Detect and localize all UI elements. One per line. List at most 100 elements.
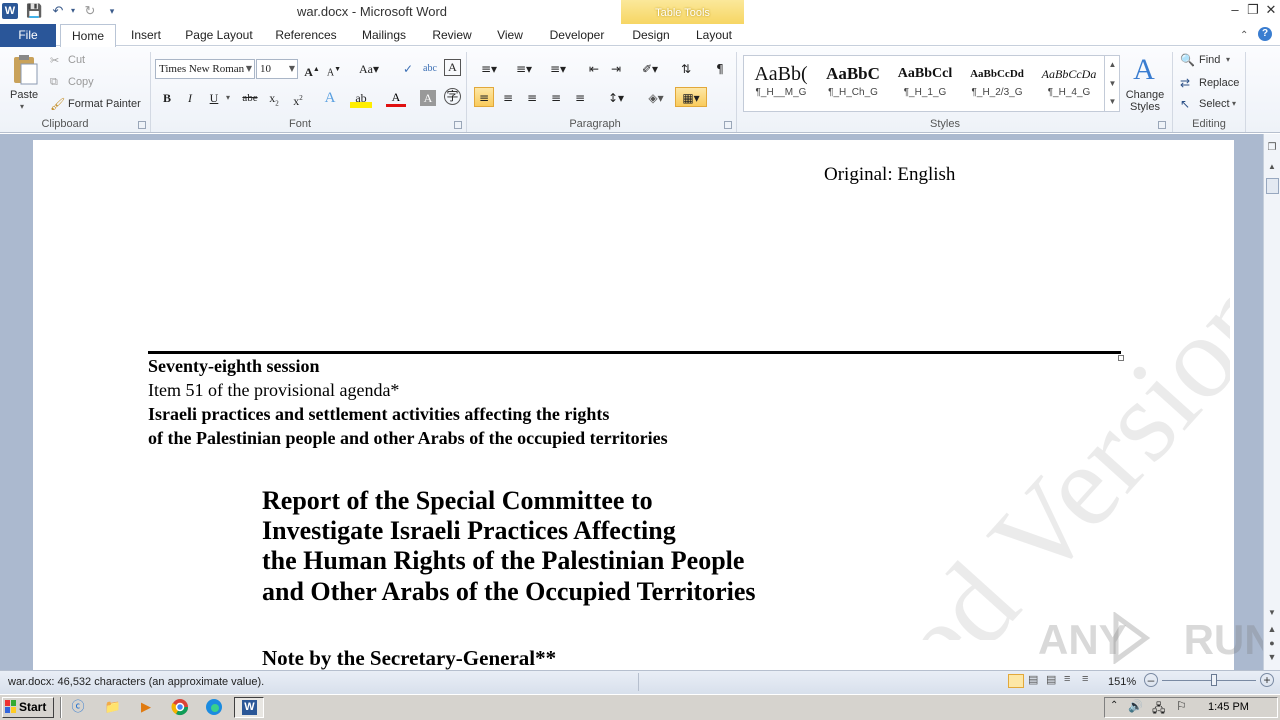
zoom-slider-track[interactable] bbox=[1162, 680, 1256, 681]
zoom-out-icon[interactable]: – bbox=[1144, 673, 1158, 687]
line-spacing-icon[interactable]: ↕▾ bbox=[602, 88, 630, 108]
shrink-font-icon[interactable]: A▼ bbox=[324, 59, 344, 79]
tab-developer[interactable]: Developer bbox=[542, 24, 612, 46]
redo-icon[interactable]: ↻ bbox=[82, 3, 98, 19]
zoom-in-icon[interactable]: + bbox=[1260, 673, 1274, 687]
show-hidden-icons-icon[interactable]: ⌃ bbox=[1110, 700, 1118, 711]
document-statistics[interactable]: war.docx: 46,532 characters (an approxim… bbox=[8, 676, 264, 688]
enclose-characters-icon[interactable]: 字 bbox=[444, 88, 461, 105]
justify-icon[interactable]: ≡ bbox=[546, 88, 566, 108]
strikethrough-icon[interactable]: abe bbox=[238, 88, 262, 108]
tab-page-layout[interactable]: Page Layout bbox=[180, 24, 258, 46]
outline-view-icon[interactable]: ≡ bbox=[1064, 673, 1070, 685]
tab-home[interactable]: Home bbox=[60, 24, 116, 47]
copy-button[interactable]: Copy bbox=[68, 76, 94, 88]
restore-icon[interactable]: ❐ bbox=[1244, 1, 1262, 19]
paste-icon[interactable] bbox=[8, 54, 42, 88]
scroll-up-icon[interactable]: ▲ bbox=[1105, 55, 1120, 74]
scroll-down-icon[interactable]: ▼ bbox=[1266, 608, 1278, 622]
ruler-toggle-icon[interactable]: ❐ bbox=[1266, 142, 1278, 156]
cut-button[interactable]: Cut bbox=[68, 54, 85, 66]
align-right-icon[interactable]: ≡ bbox=[522, 88, 542, 108]
start-button[interactable]: Start bbox=[2, 697, 54, 718]
paste-button[interactable]: Paste bbox=[10, 89, 38, 101]
zoom-level[interactable]: 151% bbox=[1108, 676, 1136, 688]
save-icon[interactable]: 💾 bbox=[26, 3, 42, 19]
asian-layout-icon[interactable]: ✐▾ bbox=[636, 59, 664, 79]
shading-icon[interactable]: ◈▾ bbox=[642, 88, 670, 108]
bullets-icon[interactable]: ≡▾ bbox=[476, 59, 502, 79]
internet-explorer-icon[interactable]: ⓒ bbox=[68, 698, 88, 716]
network-icon[interactable]: 🖧 bbox=[1152, 699, 1165, 720]
find-button[interactable]: Find bbox=[1199, 54, 1220, 66]
character-shading-icon[interactable]: A bbox=[420, 90, 436, 106]
highlight-color-icon[interactable]: ab bbox=[350, 88, 372, 108]
taskbar-clock[interactable]: 1:45 PM bbox=[1208, 701, 1249, 713]
minimize-ribbon-icon[interactable]: ⌃ bbox=[1240, 30, 1248, 41]
chrome-icon[interactable] bbox=[170, 698, 190, 716]
change-case-icon[interactable]: Aa▾ bbox=[356, 59, 382, 79]
tab-layout[interactable]: Layout bbox=[690, 24, 738, 46]
customize-qat-icon[interactable]: ▾ bbox=[106, 3, 118, 19]
underline-dropdown-icon[interactable]: ▾ bbox=[226, 93, 230, 102]
styles-gallery-scroll[interactable]: ▲ ▼ ▼ bbox=[1104, 55, 1120, 112]
italic-icon[interactable]: I bbox=[180, 88, 200, 108]
clear-formatting-icon[interactable]: ✓ bbox=[398, 59, 418, 79]
sort-icon[interactable]: ⇅ bbox=[676, 59, 696, 79]
character-border-icon[interactable]: A bbox=[444, 59, 461, 76]
find-dropdown-icon[interactable]: ▾ bbox=[1226, 55, 1230, 64]
scroll-down-icon[interactable]: ▼ bbox=[1105, 74, 1120, 93]
tab-design[interactable]: Design bbox=[624, 24, 678, 46]
minimize-icon[interactable]: – bbox=[1226, 1, 1244, 19]
align-center-icon[interactable]: ≡ bbox=[498, 88, 518, 108]
tab-mailings[interactable]: Mailings bbox=[354, 24, 414, 46]
align-left-icon[interactable]: ≡ bbox=[474, 87, 494, 107]
draft-view-icon[interactable]: ≡ bbox=[1082, 673, 1088, 685]
print-layout-view-icon[interactable] bbox=[1008, 674, 1024, 688]
next-page-icon[interactable]: ▼ bbox=[1266, 652, 1278, 666]
scroll-thumb[interactable] bbox=[1266, 178, 1279, 194]
action-center-flag-icon[interactable]: ⚐ bbox=[1176, 699, 1187, 713]
previous-page-icon[interactable]: ▲ bbox=[1266, 624, 1278, 638]
table-resize-handle[interactable] bbox=[1118, 355, 1124, 361]
tab-references[interactable]: References bbox=[270, 24, 342, 46]
distributed-icon[interactable]: ≡ bbox=[570, 88, 590, 108]
grow-font-icon[interactable]: A▲ bbox=[302, 59, 322, 79]
document-page[interactable]: ed Version Original: English Seventy-eig… bbox=[33, 140, 1234, 670]
file-explorer-icon[interactable]: 📁 bbox=[103, 698, 123, 716]
superscript-icon[interactable]: x2 bbox=[288, 88, 308, 108]
font-name-combo[interactable]: Times New Roman ▼ bbox=[155, 59, 255, 79]
undo-icon[interactable]: ↶ bbox=[50, 3, 66, 19]
scroll-up-icon[interactable]: ▲ bbox=[1266, 162, 1278, 176]
change-styles-button[interactable]: Change Styles bbox=[1124, 89, 1166, 113]
web-layout-icon[interactable]: ▤ bbox=[1046, 673, 1056, 686]
full-screen-reading-icon[interactable]: ▤ bbox=[1028, 673, 1038, 686]
volume-icon[interactable]: 🔊 bbox=[1128, 699, 1143, 713]
select-dropdown-icon[interactable]: ▾ bbox=[1232, 99, 1236, 108]
clipboard-launcher-icon[interactable] bbox=[138, 121, 146, 129]
text-effects-icon[interactable]: A bbox=[320, 88, 340, 108]
close-icon[interactable]: ✕ bbox=[1262, 1, 1280, 19]
style-h-1-g[interactable]: AaBbCcl ¶_H_1_G bbox=[889, 57, 961, 111]
style-h-4-g[interactable]: AaBbCcDa ¶_H_4_G bbox=[1033, 57, 1105, 111]
underline-icon[interactable]: U bbox=[204, 88, 224, 108]
paragraph-launcher-icon[interactable] bbox=[724, 121, 732, 129]
help-icon[interactable]: ? bbox=[1258, 27, 1272, 41]
show-hide-marks-icon[interactable]: ¶ bbox=[710, 59, 730, 79]
phonetic-guide-icon[interactable]: abc bbox=[420, 59, 440, 79]
replace-button[interactable]: Replace bbox=[1199, 77, 1239, 89]
borders-icon[interactable]: ▦▾ bbox=[675, 87, 707, 107]
media-player-icon[interactable]: ▶ bbox=[136, 698, 156, 716]
gallery-more-icon[interactable]: ▼ bbox=[1105, 93, 1120, 111]
vertical-scrollbar[interactable]: ❐ ▲ ▼ ▲ ● ▼ bbox=[1263, 134, 1280, 670]
decrease-indent-icon[interactable]: ⇤ bbox=[584, 59, 604, 79]
font-launcher-icon[interactable] bbox=[454, 121, 462, 129]
tab-file[interactable]: File bbox=[0, 24, 56, 47]
tab-insert[interactable]: Insert bbox=[124, 24, 168, 46]
format-painter-button[interactable]: Format Painter bbox=[68, 98, 141, 110]
tab-review[interactable]: Review bbox=[426, 24, 478, 46]
multilevel-list-icon[interactable]: ≡▾ bbox=[544, 59, 572, 79]
edge-icon[interactable] bbox=[204, 698, 224, 716]
styles-launcher-icon[interactable] bbox=[1158, 121, 1166, 129]
style-h-ch-g[interactable]: AaBbC ¶_H_Ch_G bbox=[817, 57, 889, 111]
